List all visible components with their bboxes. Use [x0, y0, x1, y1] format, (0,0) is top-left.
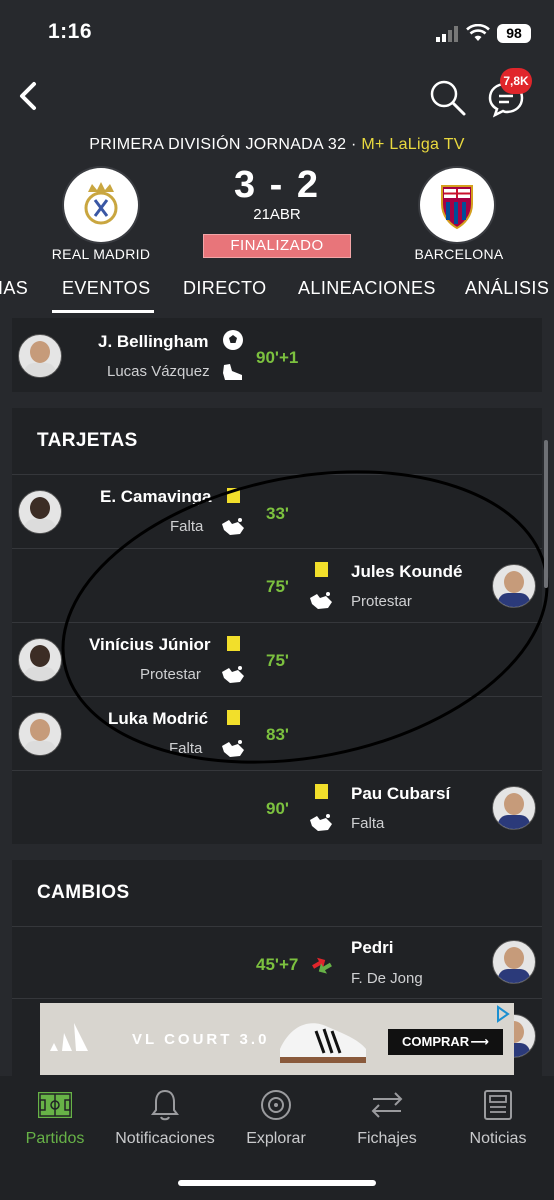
- compass-icon: [261, 1090, 291, 1120]
- avatar: [492, 786, 536, 830]
- foul-icon: [310, 814, 332, 831]
- nav-partidos[interactable]: Partidos: [0, 1076, 110, 1148]
- tab-directo[interactable]: DIRECTO: [183, 278, 266, 299]
- home-team-name: REAL MADRID: [51, 246, 151, 262]
- ad-cta-button[interactable]: COMPRAR ⟶: [388, 1029, 503, 1055]
- ad-banner[interactable]: VL COURT 3.0 COMPRAR ⟶: [40, 1003, 514, 1075]
- newspaper-icon: [484, 1090, 512, 1120]
- nav-fichajes[interactable]: Fichajes: [332, 1076, 442, 1148]
- nav-label: Noticias: [469, 1130, 527, 1147]
- card-player-name[interactable]: Pau Cubarsí: [351, 784, 450, 804]
- tab-alineaciones[interactable]: ALINEACIONES: [298, 278, 436, 299]
- nav-label: Fichajes: [357, 1130, 417, 1147]
- substitution-arrows-icon: [312, 957, 332, 974]
- active-tab-indicator: [52, 310, 154, 313]
- broadcaster: M+ LaLiga TV: [361, 136, 465, 153]
- tab-estadisticas[interactable]: IAS: [0, 278, 28, 299]
- adidas-logo-icon: [50, 1023, 88, 1051]
- football-icon: [223, 330, 243, 350]
- ad-text: VL COURT 3.0: [132, 1031, 270, 1048]
- nav-explorar[interactable]: Explorar: [221, 1076, 331, 1148]
- boot-assist-icon: [223, 364, 242, 380]
- nav-label: Notificaciones: [115, 1130, 215, 1147]
- card-reason: Falta: [351, 815, 385, 832]
- transfer-arrows-icon: [371, 1092, 403, 1118]
- tab-analisis[interactable]: ANÁLISIS: [465, 278, 549, 299]
- goal-assist: Lucas Vázquez: [107, 363, 210, 380]
- nav-label: Partidos: [25, 1130, 85, 1147]
- away-team-name: BARCELONA: [414, 246, 504, 262]
- nav-notificaciones[interactable]: Notificaciones: [110, 1076, 220, 1148]
- avatar: [18, 334, 62, 378]
- yellow-card-icon: [315, 784, 328, 799]
- divider: [12, 998, 542, 999]
- sub-player-in[interactable]: Pedri: [351, 938, 394, 958]
- match-date: 21ABR: [253, 206, 301, 223]
- tab-eventos[interactable]: EVENTOS: [62, 278, 151, 299]
- goals-card: J. Bellingham Lucas Vázquez 90'+1: [12, 318, 542, 392]
- match-score: 3 - 2: [233, 164, 321, 206]
- annotation-ellipse: [61, 470, 549, 764]
- arrow-right-icon: ⟶: [470, 1034, 489, 1049]
- section-title-tarjetas: TARJETAS: [37, 430, 138, 451]
- real-madrid-crest-icon: [84, 182, 118, 225]
- match-status-badge: FINALIZADO: [203, 234, 351, 258]
- card-minute: 90': [266, 799, 289, 818]
- bell-icon: [151, 1089, 179, 1121]
- goal-scorer[interactable]: J. Bellingham: [98, 332, 209, 352]
- tab-bar: IAS EVENTOS DIRECTO ALINEACIONES ANÁLISI…: [0, 276, 554, 313]
- sub-minute: 45'+7: [256, 955, 299, 974]
- competition-title: PRIMERA DIVISIÓN JORNADA 32 · M+ LaLiga …: [0, 136, 554, 154]
- battery-icon: 98: [497, 24, 531, 43]
- cellular-signal-icon: [436, 26, 458, 42]
- divider: [12, 926, 542, 927]
- goal-minute: 90'+1: [256, 348, 299, 367]
- nav-label: Explorar: [246, 1130, 306, 1147]
- avatar: [492, 940, 536, 984]
- away-team-crest[interactable]: [420, 168, 494, 242]
- search-icon[interactable]: [428, 78, 468, 118]
- section-title-cambios: CAMBIOS: [37, 882, 130, 903]
- wifi-icon: [466, 24, 490, 41]
- back-arrow-icon[interactable]: [14, 78, 44, 114]
- barcelona-crest-icon: [441, 185, 473, 230]
- competition-name: PRIMERA DIVISIÓN JORNADA 32 ·: [89, 136, 362, 153]
- notifications-badge: 7,8K: [500, 68, 532, 94]
- status-time: 1:16: [48, 20, 93, 43]
- scrollbar[interactable]: [544, 440, 548, 588]
- sub-player-out: F. De Jong: [351, 970, 423, 987]
- pitch-icon: [38, 1092, 72, 1118]
- ad-choices-icon[interactable]: [494, 1005, 512, 1023]
- sneaker-image: [280, 1023, 366, 1063]
- nav-noticias[interactable]: Noticias: [443, 1076, 553, 1148]
- home-team-crest[interactable]: [64, 168, 138, 242]
- home-indicator[interactable]: [178, 1180, 376, 1186]
- ad-cta-label: COMPRAR: [402, 1034, 470, 1049]
